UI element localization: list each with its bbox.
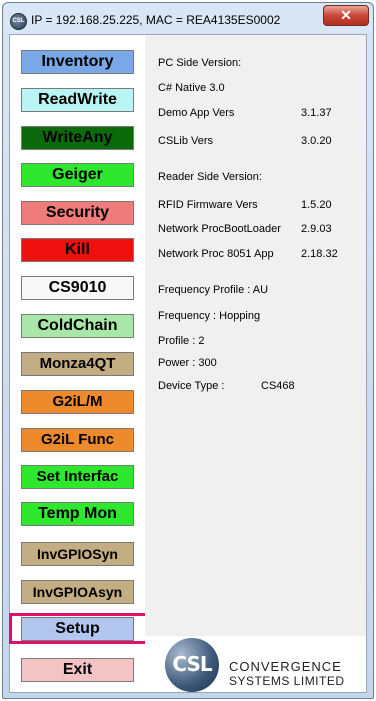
setup-highlight-frame bbox=[9, 613, 151, 644]
pc-side-title: PC Side Version: bbox=[158, 57, 242, 69]
frequency-profile: Frequency Profile : AU bbox=[158, 284, 269, 296]
invgpiosyn-button[interactable]: InvGPIOSyn bbox=[21, 542, 134, 566]
g2il-m-button[interactable]: G2iL/M bbox=[21, 390, 134, 414]
client-area: Inventory ReadWrite WriteAny Geiger Secu… bbox=[9, 34, 367, 693]
coldchain-button[interactable]: ColdChain bbox=[21, 314, 134, 338]
profile: Profile : 2 bbox=[158, 335, 205, 347]
device-type-value: CS468 bbox=[261, 380, 295, 392]
demo-app-value: 3.1.37 bbox=[301, 107, 332, 119]
netproc-label: Network Proc 8051 App bbox=[158, 248, 274, 260]
logo-mark: CSL bbox=[172, 652, 212, 676]
writeany-button[interactable]: WriteAny bbox=[21, 126, 134, 150]
device-type-label: Device Type : bbox=[158, 380, 225, 392]
netboot-label: Network ProcBootLoader bbox=[158, 223, 281, 235]
cs9010-button[interactable]: CS9010 bbox=[21, 276, 134, 300]
title-bar[interactable]: CSL IP = 192.168.25.225, MAC = REA4135ES… bbox=[3, 3, 373, 35]
reader-side-title: Reader Side Version: bbox=[158, 171, 262, 183]
rfid-firmware-label: RFID Firmware Vers bbox=[158, 199, 258, 211]
logo-text-line1: CONVERGENCE bbox=[229, 659, 342, 674]
close-button[interactable]: ✕ bbox=[323, 5, 369, 26]
cslib-value: 3.0.20 bbox=[301, 135, 332, 147]
readwrite-button[interactable]: ReadWrite bbox=[21, 88, 134, 112]
company-logo: CSL CONVERGENCE SYSTEMS LIMITED bbox=[145, 636, 366, 692]
netproc-value: 2.18.32 bbox=[301, 248, 338, 260]
set-interface-button[interactable]: Set Interfac bbox=[21, 465, 134, 489]
security-button[interactable]: Security bbox=[21, 201, 134, 225]
main-window: CSL IP = 192.168.25.225, MAC = REA4135ES… bbox=[2, 2, 374, 699]
window-title: IP = 192.168.25.225, MAC = REA4135ES0002 bbox=[31, 13, 281, 27]
exit-button[interactable]: Exit bbox=[21, 658, 134, 682]
monza4qt-button[interactable]: Monza4QT bbox=[21, 352, 134, 376]
info-panel: PC Side Version: C# Native 3.0 Demo App … bbox=[145, 35, 366, 692]
button-panel: Inventory ReadWrite WriteAny Geiger Secu… bbox=[9, 35, 151, 692]
temp-mon-button[interactable]: Temp Mon bbox=[21, 502, 134, 526]
netboot-value: 2.9.03 bbox=[301, 223, 332, 235]
inventory-button[interactable]: Inventory bbox=[21, 50, 134, 74]
power: Power : 300 bbox=[158, 357, 217, 369]
demo-app-label: Demo App Vers bbox=[158, 107, 235, 119]
frequency: Frequency : Hopping bbox=[158, 310, 261, 322]
app-icon: CSL bbox=[10, 13, 27, 30]
g2il-func-button[interactable]: G2iL Func bbox=[21, 428, 134, 452]
geiger-button[interactable]: Geiger bbox=[21, 163, 134, 187]
kill-button[interactable]: Kill bbox=[21, 238, 134, 262]
logo-text-line2: SYSTEMS LIMITED bbox=[229, 674, 345, 688]
rfid-firmware-value: 1.5.20 bbox=[301, 199, 332, 211]
cslib-label: CSLib Vers bbox=[158, 135, 214, 147]
logo-globe-icon: CSL bbox=[165, 638, 219, 692]
invgpioasyn-button[interactable]: InvGPIOAsyn bbox=[21, 580, 134, 604]
csharp-version: C# Native 3.0 bbox=[158, 82, 225, 94]
